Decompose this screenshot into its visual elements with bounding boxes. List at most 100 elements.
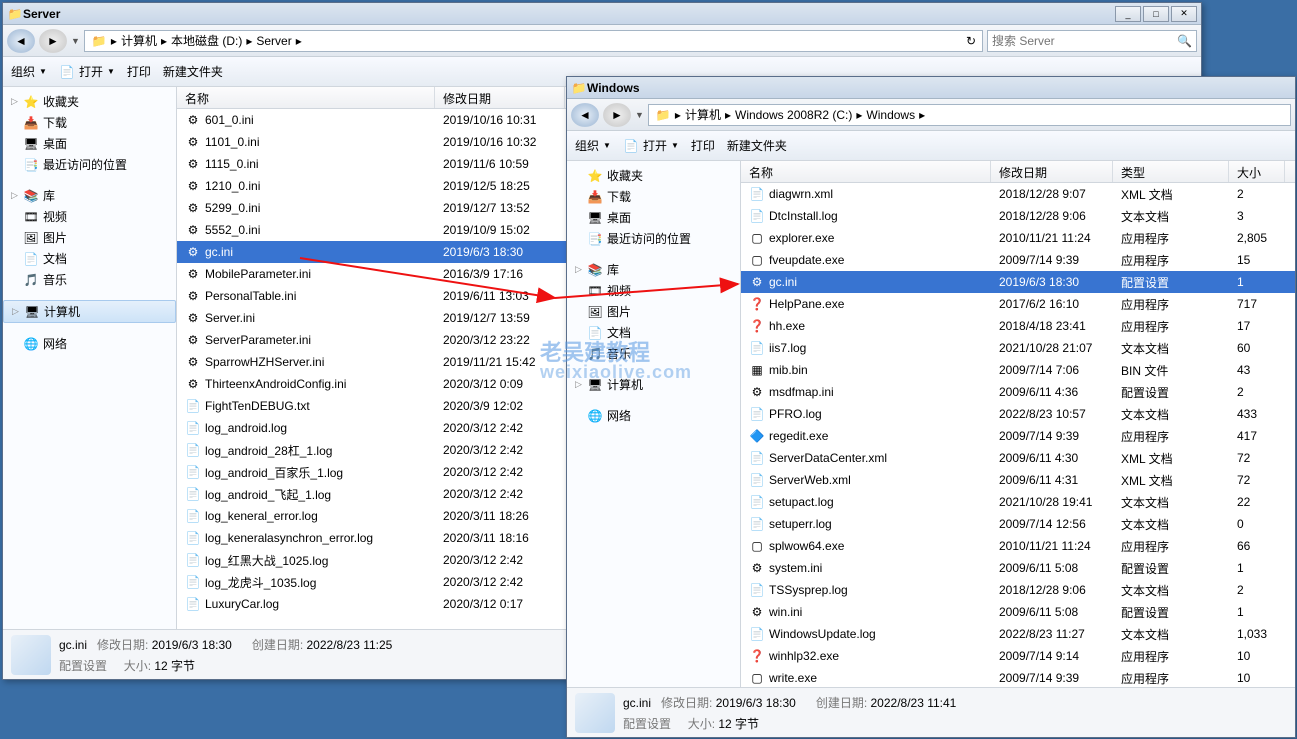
titlebar[interactable]: 📁 Windows: [567, 77, 1295, 99]
crumb[interactable]: 计算机: [685, 106, 721, 123]
file-row[interactable]: ❓hh.exe2018/4/18 23:41应用程序17: [741, 315, 1295, 337]
file-row[interactable]: 📄TSSysprep.log2018/12/28 9:06文本文档2: [741, 579, 1295, 601]
file-row[interactable]: 📄diagwrn.xml2018/12/28 9:07XML 文档2: [741, 183, 1295, 205]
dropdown-history-icon[interactable]: ▼: [635, 110, 644, 120]
file-row[interactable]: ▢write.exe2009/7/14 9:39应用程序10: [741, 667, 1295, 687]
print-button[interactable]: 打印: [127, 63, 151, 80]
ini-icon: ⚙: [749, 604, 765, 620]
file-name: log_keneralasynchron_error.log: [205, 531, 373, 545]
crumb[interactable]: 本地磁盘 (D:): [171, 32, 242, 49]
col-type[interactable]: 类型: [1113, 161, 1229, 182]
titlebar[interactable]: 📁 Server _ □ ✕: [3, 3, 1201, 25]
sidebar-computer[interactable]: ▷🖥计算机: [567, 374, 740, 395]
file-list[interactable]: 名称 修改日期 类型 大小 📄diagwrn.xml2018/12/28 9:0…: [741, 161, 1295, 687]
organize-button[interactable]: 组织 ▼: [575, 137, 611, 154]
col-name[interactable]: 名称: [741, 161, 991, 182]
file-row[interactable]: ❓winhlp32.exe2009/7/14 9:14应用程序10: [741, 645, 1295, 667]
sidebar-favorites[interactable]: ▷⭐收藏夹: [3, 91, 176, 112]
maximize-button[interactable]: □: [1143, 6, 1169, 22]
file-name: FightTenDEBUG.txt: [205, 399, 310, 413]
file-date: 2019/6/3 18:30: [991, 273, 1113, 291]
minimize-button[interactable]: _: [1115, 6, 1141, 22]
crumb[interactable]: Windows 2008R2 (C:): [735, 108, 852, 122]
crumb[interactable]: 计算机: [121, 32, 157, 49]
sidebar-video[interactable]: 🎞视频: [567, 280, 740, 301]
computer-icon: 🖥: [587, 377, 603, 393]
sidebar-music[interactable]: 🎵音乐: [567, 343, 740, 364]
dropdown-history-icon[interactable]: ▼: [71, 36, 80, 46]
breadcrumb[interactable]: 📁 ▸计算机 ▸本地磁盘 (D:) ▸Server ▸ ↻: [84, 30, 983, 52]
search-icon[interactable]: 🔍: [1177, 34, 1192, 48]
file-row[interactable]: ⚙win.ini2009/6/11 5:08配置设置1: [741, 601, 1295, 623]
col-date[interactable]: 修改日期: [991, 161, 1113, 182]
sidebar-video[interactable]: 🎞视频: [3, 206, 176, 227]
open-button[interactable]: 📄打开 ▼: [623, 137, 679, 154]
organize-button[interactable]: 组织 ▼: [11, 63, 47, 80]
star-icon: ⭐: [587, 168, 603, 184]
sidebar-documents[interactable]: 📄文档: [3, 248, 176, 269]
file-row[interactable]: 📄setupact.log2021/10/28 19:41文本文档22: [741, 491, 1295, 513]
refresh-icon[interactable]: ↻: [966, 34, 976, 48]
sidebar-recent[interactable]: 📑最近访问的位置: [3, 154, 176, 175]
file-name: MobileParameter.ini: [205, 267, 311, 281]
newfolder-button[interactable]: 新建文件夹: [163, 63, 223, 80]
sidebar-desktop[interactable]: 🖥桌面: [567, 207, 740, 228]
sidebar-music[interactable]: 🎵音乐: [3, 269, 176, 290]
sidebar-recent[interactable]: 📑最近访问的位置: [567, 228, 740, 249]
txt-icon: 📄: [185, 398, 201, 414]
search-input[interactable]: [992, 34, 1177, 48]
newfolder-button[interactable]: 新建文件夹: [727, 137, 787, 154]
desktop-icon: 🖥: [587, 210, 603, 226]
breadcrumb[interactable]: 📁 ▸计算机 ▸Windows 2008R2 (C:) ▸Windows ▸: [648, 104, 1291, 126]
col-name[interactable]: 名称: [177, 87, 435, 108]
file-row[interactable]: ⚙system.ini2009/6/11 5:08配置设置1: [741, 557, 1295, 579]
crumb[interactable]: Server: [256, 34, 291, 48]
file-row[interactable]: 📄ServerWeb.xml2009/6/11 4:31XML 文档72: [741, 469, 1295, 491]
sidebar-downloads[interactable]: 📥下载: [3, 112, 176, 133]
back-button[interactable]: ◄: [7, 29, 35, 53]
forward-button[interactable]: ►: [603, 103, 631, 127]
file-row[interactable]: 🔷regedit.exe2009/7/14 9:39应用程序417: [741, 425, 1295, 447]
sidebar-network[interactable]: 🌐网络: [567, 405, 740, 426]
file-row[interactable]: ▢explorer.exe2010/11/21 11:24应用程序2,805: [741, 227, 1295, 249]
file-row[interactable]: ▦mib.bin2009/7/14 7:06BIN 文件43: [741, 359, 1295, 381]
file-date: 2020/3/12 2:42: [435, 463, 565, 481]
file-row[interactable]: ⚙gc.ini2019/6/3 18:30配置设置1: [741, 271, 1295, 293]
recent-icon: 📑: [587, 231, 603, 247]
sidebar-pictures[interactable]: 🖼图片: [567, 301, 740, 322]
file-row[interactable]: 📄setuperr.log2009/7/14 12:56文本文档0: [741, 513, 1295, 535]
search-box[interactable]: 🔍: [987, 30, 1197, 52]
file-row[interactable]: 📄iis7.log2021/10/28 21:07文本文档60: [741, 337, 1295, 359]
sidebar-libraries[interactable]: ▷📚库: [3, 185, 176, 206]
sidebar-downloads[interactable]: 📥下载: [567, 186, 740, 207]
file-date: 2019/11/6 10:59: [435, 155, 565, 173]
file-row[interactable]: 📄PFRO.log2022/8/23 10:57文本文档433: [741, 403, 1295, 425]
sidebar-documents[interactable]: 📄文档: [567, 322, 740, 343]
file-date: 2019/6/3 18:30: [435, 243, 565, 261]
sidebar-network[interactable]: 🌐网络: [3, 333, 176, 354]
col-size[interactable]: 大小: [1229, 161, 1285, 182]
sidebar-favorites[interactable]: ⭐收藏夹: [567, 165, 740, 186]
file-date: 2020/3/12 2:42: [435, 485, 565, 503]
file-row[interactable]: 📄WindowsUpdate.log2022/8/23 11:27文本文档1,0…: [741, 623, 1295, 645]
file-row[interactable]: ❓HelpPane.exe2017/6/2 16:10应用程序717: [741, 293, 1295, 315]
col-date[interactable]: 修改日期: [435, 87, 565, 108]
file-row[interactable]: ▢fveupdate.exe2009/7/14 9:39应用程序15: [741, 249, 1295, 271]
sidebar-computer[interactable]: ▷🖥计算机: [3, 300, 176, 323]
open-button[interactable]: 📄打开 ▼: [59, 63, 115, 80]
file-row[interactable]: 📄DtcInstall.log2018/12/28 9:06文本文档3: [741, 205, 1295, 227]
forward-button[interactable]: ►: [39, 29, 67, 53]
file-row[interactable]: ▢splwow64.exe2010/11/21 11:24应用程序66: [741, 535, 1295, 557]
file-row[interactable]: 📄ServerDataCenter.xml2009/6/11 4:30XML 文…: [741, 447, 1295, 469]
sidebar-libraries[interactable]: ▷📚库: [567, 259, 740, 280]
sidebar-desktop[interactable]: 🖥桌面: [3, 133, 176, 154]
file-type: 应用程序: [1113, 646, 1229, 667]
close-button[interactable]: ✕: [1171, 6, 1197, 22]
back-button[interactable]: ◄: [571, 103, 599, 127]
music-icon: 🎵: [23, 272, 39, 288]
file-size: 17: [1229, 317, 1285, 335]
sidebar-pictures[interactable]: 🖼图片: [3, 227, 176, 248]
crumb[interactable]: Windows: [866, 108, 915, 122]
print-button[interactable]: 打印: [691, 137, 715, 154]
file-row[interactable]: ⚙msdfmap.ini2009/6/11 4:36配置设置2: [741, 381, 1295, 403]
